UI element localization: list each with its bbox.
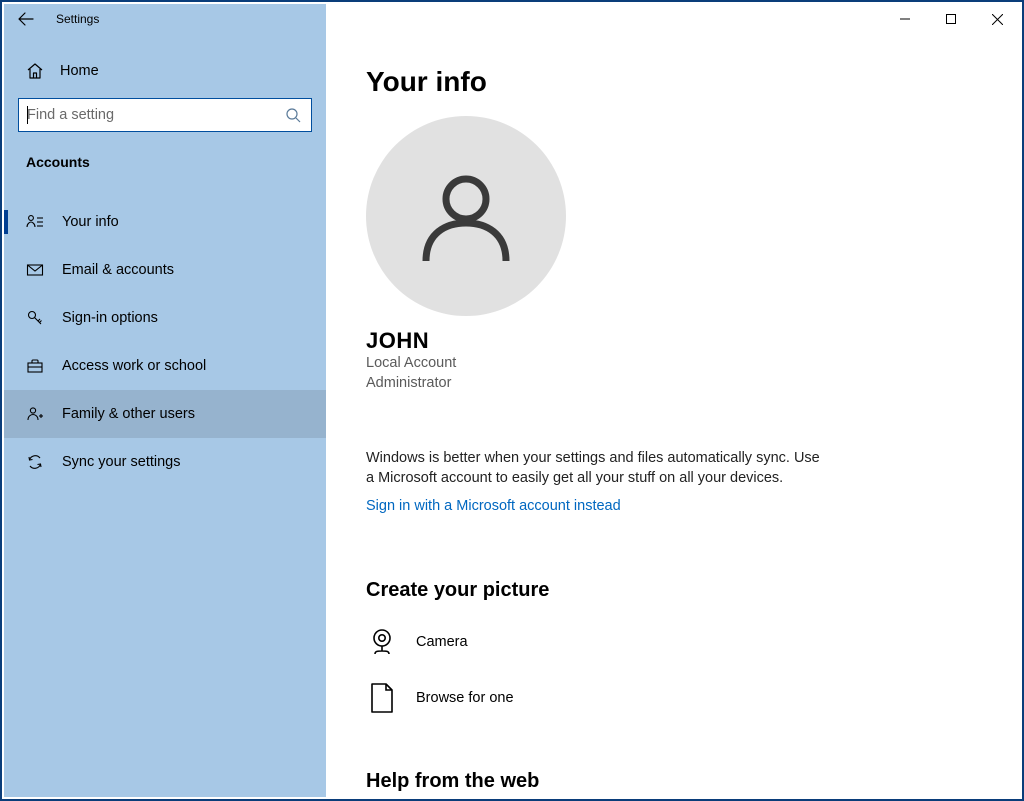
- key-icon: [26, 309, 44, 327]
- minimize-button[interactable]: [882, 3, 928, 35]
- search-icon: [285, 107, 301, 123]
- home-icon: [26, 62, 44, 80]
- add-user-icon: [26, 405, 44, 423]
- person-icon: [411, 161, 521, 271]
- home-label: Home: [60, 63, 99, 79]
- back-arrow-icon: [18, 11, 34, 27]
- sidebar-item-email-accounts[interactable]: Email & accounts: [4, 246, 326, 294]
- account-role: Administrator: [366, 374, 980, 394]
- signin-ms-account-link[interactable]: Sign in with a Microsoft account instead: [366, 498, 621, 514]
- your-info-icon: [26, 213, 44, 231]
- sync-description: Windows is better when your settings and…: [366, 449, 826, 488]
- mail-icon: [26, 261, 44, 279]
- sidebar-item-label: Sync your settings: [62, 454, 180, 470]
- browse-option[interactable]: Browse for one: [366, 682, 980, 714]
- sidebar-nav: Your info Email & accounts: [4, 198, 326, 486]
- content-area: Your info JOHN Local Account Administrat…: [326, 4, 1020, 797]
- window-title: Settings: [56, 12, 99, 26]
- file-icon: [366, 682, 398, 714]
- camera-label: Camera: [416, 634, 468, 650]
- minimize-icon: [900, 14, 910, 24]
- text-caret: [27, 106, 28, 124]
- sidebar-item-sync-settings[interactable]: Sync your settings: [4, 438, 326, 486]
- browse-label: Browse for one: [416, 690, 514, 706]
- search-input[interactable]: [27, 107, 303, 123]
- home-nav[interactable]: Home: [4, 34, 326, 84]
- sidebar-item-label: Sign-in options: [62, 310, 158, 326]
- sidebar-item-label: Your info: [62, 214, 119, 230]
- sidebar-item-your-info[interactable]: Your info: [4, 198, 326, 246]
- close-button[interactable]: [974, 3, 1020, 35]
- sidebar-item-family-other-users[interactable]: Family & other users: [4, 390, 326, 438]
- sidebar-item-label: Family & other users: [62, 406, 195, 422]
- avatar: [366, 116, 566, 316]
- help-heading: Help from the web: [366, 770, 980, 793]
- sidebar-item-access-work-school[interactable]: Access work or school: [4, 342, 326, 390]
- username: JOHN: [366, 328, 980, 354]
- window-controls: [326, 4, 1020, 34]
- sidebar: Settings Home: [4, 4, 326, 797]
- close-icon: [992, 14, 1003, 25]
- maximize-icon: [946, 14, 956, 24]
- back-button[interactable]: [18, 11, 34, 27]
- titlebar-left: Settings: [4, 4, 326, 34]
- sidebar-item-signin-options[interactable]: Sign-in options: [4, 294, 326, 342]
- page-title: Your info: [366, 66, 980, 98]
- camera-icon: [366, 626, 398, 658]
- search-input-wrap[interactable]: [18, 98, 312, 132]
- create-picture-heading: Create your picture: [366, 579, 980, 602]
- camera-option[interactable]: Camera: [366, 626, 980, 658]
- maximize-button[interactable]: [928, 3, 974, 35]
- sidebar-section-title: Accounts: [4, 132, 326, 170]
- briefcase-icon: [26, 357, 44, 375]
- sync-icon: [26, 453, 44, 471]
- sidebar-item-label: Access work or school: [62, 358, 206, 374]
- settings-window: Settings Home: [0, 0, 1024, 801]
- sidebar-item-label: Email & accounts: [62, 262, 174, 278]
- account-type: Local Account: [366, 354, 980, 374]
